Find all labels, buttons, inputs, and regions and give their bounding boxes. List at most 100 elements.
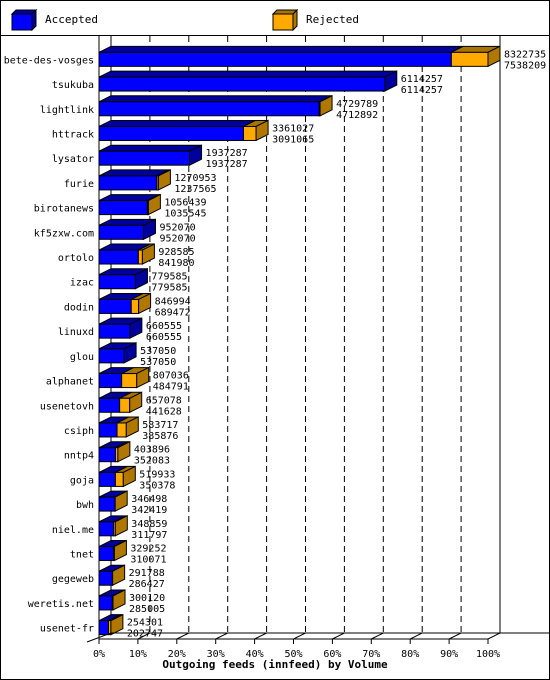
category-label: bete-des-vosges	[4, 55, 94, 66]
accepted-value-label: 385876	[142, 431, 178, 442]
bar-rejected	[450, 51, 489, 67]
bar-accepted	[98, 496, 116, 512]
category-label: ortolo	[58, 253, 94, 264]
total-value-label: 583717	[142, 420, 178, 431]
accepted-value-label: 350378	[139, 480, 175, 491]
bar-accepted-top	[98, 70, 398, 78]
accepted-value-label: 537050	[140, 357, 176, 368]
accepted-value-label: 202747	[127, 629, 163, 640]
category-label: alphanet	[46, 377, 94, 388]
bar-group: gegeweb 291788286427	[52, 564, 165, 590]
category-label: gegeweb	[52, 574, 94, 585]
bar-group: linuxd 660555660555	[58, 317, 182, 343]
x-tick-label: 100%	[476, 649, 500, 660]
bar-accepted-top	[98, 144, 202, 152]
bar-group: dodin 846994689472	[64, 292, 191, 318]
x-tick-depth	[254, 632, 267, 640]
bar-accepted	[98, 224, 144, 240]
bar-rejected	[130, 298, 140, 314]
bar-accepted	[98, 422, 118, 438]
category-label: httrack	[52, 129, 94, 140]
legend: Accepted Rejected	[1, 1, 549, 36]
bar-group: izac 779585779585	[70, 267, 188, 294]
accepted-value-label: 286427	[129, 579, 165, 590]
accepted-value-label: 6114257	[401, 85, 443, 96]
total-value-label: 3361027	[272, 123, 314, 134]
total-value-label: 779585	[151, 272, 187, 283]
accepted-value-label: 841980	[158, 258, 194, 269]
accepted-value-label: 660555	[146, 332, 182, 343]
x-axis-label: Outgoing feeds (innfeed) by Volume	[162, 658, 388, 671]
x-tick-depth	[332, 632, 345, 640]
category-label: birotanews	[34, 204, 94, 215]
category-label: goja	[70, 475, 94, 486]
bar-group: tnet 329252310071	[70, 539, 167, 566]
bar-accepted	[98, 570, 113, 586]
total-value-label: 1056439	[164, 198, 206, 209]
bar-accepted	[98, 125, 244, 141]
total-value-label: 537050	[140, 346, 176, 357]
category-label: bwh	[76, 500, 94, 511]
category-label: niel.me	[52, 525, 94, 536]
bar-group: kf5zxw.com 952070952070	[34, 218, 196, 244]
bar-rejected	[137, 249, 143, 265]
bars-layer: bete-des-vosges 83227357538209 tsukuba 6114…	[4, 45, 546, 640]
category-label: nntp4	[64, 451, 94, 462]
bar-accepted-top	[98, 95, 332, 103]
bar-rejected	[119, 397, 131, 413]
total-value-label: 1270953	[174, 173, 216, 184]
bar-accepted	[98, 150, 191, 166]
bar-group: weretis.net 300120285005	[28, 589, 165, 615]
bar-accepted	[98, 348, 125, 364]
accepted-value-label: 3091065	[272, 134, 314, 145]
total-value-label: 952070	[159, 222, 195, 233]
bar-accepted-top	[98, 119, 256, 127]
rejected-swatch-icon	[272, 9, 299, 31]
legend-item-rejected: Rejected	[272, 9, 392, 31]
bar-rejected	[121, 373, 138, 389]
total-value-label: 928585	[158, 247, 194, 258]
category-label: lysator	[52, 154, 94, 165]
x-tick-label: 10%	[129, 649, 147, 660]
total-value-label: 4729789	[336, 99, 378, 110]
bar-group: nntp4 403896352083	[64, 440, 170, 467]
total-value-label: 8322735	[504, 49, 546, 60]
x-tick-depth	[448, 632, 462, 640]
x-tick-label: 0%	[93, 649, 105, 660]
bar-group: csiph 583717385876	[64, 416, 178, 442]
total-value-label: 1937287	[206, 148, 248, 159]
bar-group: ortolo 928585841980	[58, 243, 195, 269]
legend-rejected-label: Rejected	[306, 13, 359, 26]
accepted-value-label: 4712892	[336, 110, 378, 121]
total-value-label: 660555	[146, 321, 182, 332]
category-label: glou	[70, 352, 94, 363]
bar-group: httrack 33610273091065	[52, 119, 314, 145]
category-label: usenetovh	[40, 401, 94, 412]
bar-accepted	[98, 298, 132, 314]
x-tick-depth	[293, 632, 306, 640]
bar-group: alphanet 807036484791	[46, 366, 189, 393]
accepted-value-label: 310071	[130, 555, 166, 566]
accepted-value-label: 1035545	[164, 209, 206, 220]
chart-frame: Accepted Rejected bete-des-vosges 8322735…	[0, 0, 550, 680]
accepted-value-label: 311797	[131, 530, 167, 541]
floor-right-edge	[487, 632, 501, 640]
total-value-label: 348859	[131, 519, 167, 530]
accepted-value-label: 342419	[131, 505, 167, 516]
total-value-label: 291788	[129, 568, 165, 579]
bar-accepted	[98, 274, 136, 290]
bar-accepted	[98, 373, 123, 389]
bar-accepted	[98, 521, 115, 537]
bar-accepted	[98, 249, 139, 265]
accepted-value-label: 285005	[129, 604, 165, 615]
bar-group: bwh 346498342419	[76, 490, 167, 516]
accepted-value-label: 7538209	[504, 60, 546, 71]
bar-group: furie 12709531237565	[64, 169, 217, 195]
x-tick-depth	[409, 632, 423, 640]
accepted-value-label: 779585	[151, 283, 187, 294]
bar-rejected	[114, 471, 124, 487]
x-tick-depth	[215, 632, 228, 640]
bar-rejected	[242, 125, 257, 141]
total-value-label: 403896	[134, 445, 170, 456]
accepted-value-label: 1237565	[174, 184, 216, 195]
